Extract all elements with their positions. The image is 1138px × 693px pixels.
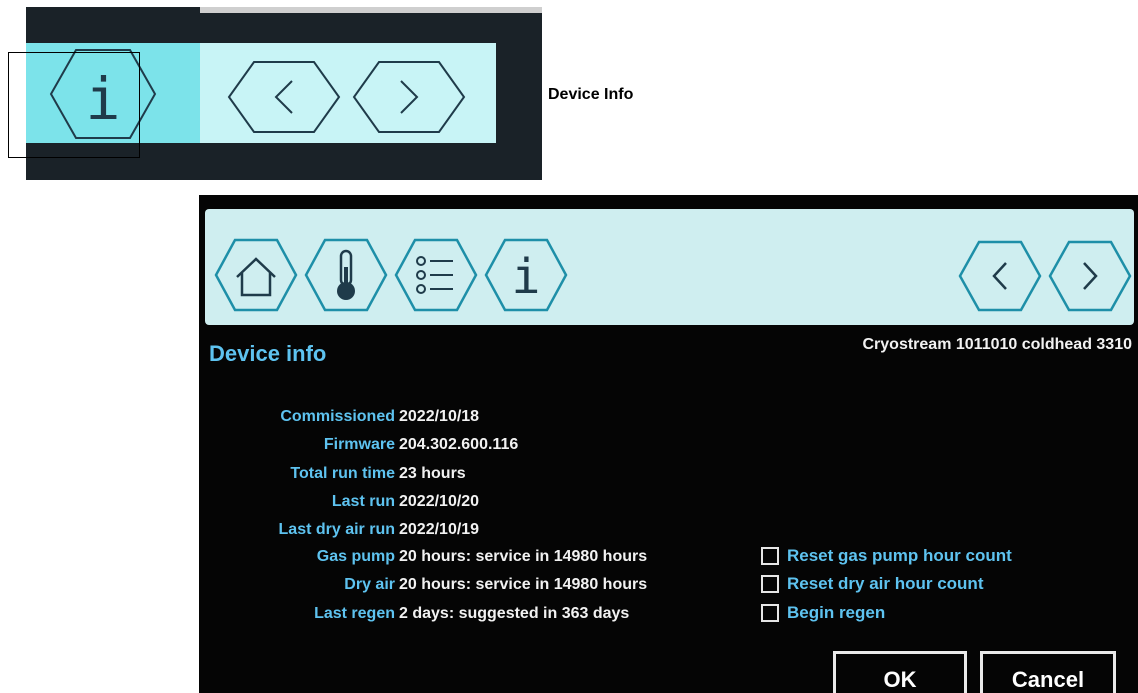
device-screen: i Device info Cryostream 1011010 coldhea… <box>199 195 1138 693</box>
chevron-left-icon[interactable] <box>957 239 1043 313</box>
info-value: 20 hours: service in 14980 hours <box>399 548 648 565</box>
info-button-callout <box>8 52 140 158</box>
ok-button[interactable]: OK <box>833 651 967 693</box>
begin-regen-label: Begin regen <box>787 603 886 622</box>
chevron-right-icon[interactable] <box>1047 239 1133 313</box>
reset-dry-air-checkbox[interactable] <box>761 575 779 593</box>
info-label: Gas pump <box>316 548 395 565</box>
info-value: 23 hours <box>399 465 466 482</box>
info-label: Total run time <box>290 465 395 482</box>
reset-gas-pump-option[interactable]: Reset gas pump hour count <box>761 545 1012 567</box>
info-row-firmware: Firmware 204.302.600.116 <box>199 436 759 458</box>
info-icon[interactable]: i <box>483 237 569 313</box>
info-value: 2 days: suggested in 363 days <box>399 605 630 622</box>
info-glyph: i <box>512 249 541 305</box>
begin-regen-option[interactable]: Begin regen <box>761 602 885 624</box>
reset-gas-pump-checkbox[interactable] <box>761 547 779 565</box>
inset-border <box>200 7 542 13</box>
info-row-dry-air: Dry air 20 hours: service in 14980 hours <box>199 576 759 598</box>
info-row-last-run: Last run 2022/10/20 <box>199 493 759 515</box>
thermometer-icon[interactable] <box>303 237 389 313</box>
home-icon[interactable] <box>213 237 299 313</box>
info-label: Firmware <box>323 436 395 453</box>
info-value: 204.302.600.116 <box>399 436 519 453</box>
info-row-commissioned: Commissioned 2022/10/18 <box>199 408 759 430</box>
info-row-last-dry-air-run: Last dry air run 2022/10/19 <box>199 521 759 543</box>
info-label: Commissioned <box>280 408 395 425</box>
callout-caption: Device Info <box>548 86 634 103</box>
info-label: Last run <box>331 493 395 510</box>
reset-dry-air-label: Reset dry air hour count <box>787 574 984 593</box>
info-value: 2022/10/20 <box>399 493 480 510</box>
info-row-gas-pump: Gas pump 20 hours: service in 14980 hour… <box>199 548 759 570</box>
list-icon[interactable] <box>393 237 479 313</box>
chevron-right-icon[interactable] <box>351 59 467 135</box>
info-label: Last dry air run <box>278 521 395 538</box>
info-row-total-run-time: Total run time 23 hours <box>199 465 759 487</box>
cancel-button[interactable]: Cancel <box>980 651 1116 693</box>
info-label: Dry air <box>344 576 395 593</box>
chevron-left-icon[interactable] <box>226 59 342 135</box>
top-toolbar: i <box>205 209 1134 325</box>
info-value: 2022/10/18 <box>399 408 480 425</box>
info-label: Last regen <box>314 605 395 622</box>
page-title: Device info <box>209 341 327 366</box>
begin-regen-checkbox[interactable] <box>761 604 779 622</box>
info-row-last-regen: Last regen 2 days: suggested in 363 days <box>199 605 759 627</box>
reset-gas-pump-label: Reset gas pump hour count <box>787 546 1012 565</box>
reset-dry-air-option[interactable]: Reset dry air hour count <box>761 573 983 595</box>
device-identifier: Cryostream 1011010 coldhead 3310 <box>862 336 1133 353</box>
info-value: 20 hours: service in 14980 hours <box>399 576 648 593</box>
info-value: 2022/10/19 <box>399 521 480 538</box>
